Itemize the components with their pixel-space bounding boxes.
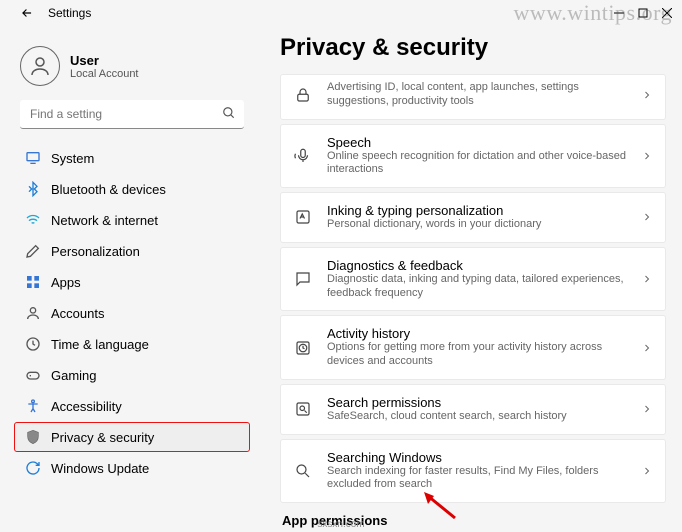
nav-list: System Bluetooth & devices Network & int… [14, 143, 250, 483]
sidebar-item-label: Windows Update [51, 461, 149, 476]
chevron-right-icon [641, 403, 653, 415]
paint-icon [25, 243, 41, 259]
chevron-right-icon [641, 150, 653, 162]
sidebar-item-privacy[interactable]: Privacy & security [14, 422, 250, 452]
card-title: Activity history [327, 326, 627, 341]
sidebar-item-label: Privacy & security [51, 430, 154, 445]
card-title: Searching Windows [327, 450, 627, 465]
gaming-icon [25, 367, 41, 383]
card-sub: Search indexing for faster results, Find… [327, 465, 627, 493]
wifi-icon [25, 212, 41, 228]
card-general[interactable]: Advertising ID, local content, app launc… [280, 74, 666, 120]
shield-icon [25, 429, 41, 445]
card-diagnostics[interactable]: Diagnostics & feedbackDiagnostic data, i… [280, 247, 666, 312]
sidebar-item-label: Gaming [51, 368, 97, 383]
chevron-right-icon [641, 342, 653, 354]
sidebar-item-personalization[interactable]: Personalization [14, 236, 250, 266]
card-title: Search permissions [327, 395, 627, 410]
chevron-right-icon [641, 211, 653, 223]
sidebar-item-label: Apps [51, 275, 81, 290]
sidebar-item-gaming[interactable]: Gaming [14, 360, 250, 390]
card-inking[interactable]: Inking & typing personalizationPersonal … [280, 192, 666, 243]
inking-icon [293, 207, 313, 227]
accounts-icon [25, 305, 41, 321]
sidebar-item-system[interactable]: System [14, 143, 250, 173]
sidebar-item-update[interactable]: Windows Update [14, 453, 250, 483]
sidebar-item-label: Network & internet [51, 213, 158, 228]
card-sub: SafeSearch, cloud content search, search… [327, 410, 627, 424]
sidebar-item-network[interactable]: Network & internet [14, 205, 250, 235]
chevron-right-icon [641, 89, 653, 101]
section-header: App permissions [280, 513, 666, 528]
sidebar-item-accessibility[interactable]: Accessibility [14, 391, 250, 421]
chevron-right-icon [641, 465, 653, 477]
sidebar-item-label: Accessibility [51, 399, 122, 414]
accessibility-icon [25, 398, 41, 414]
avatar [20, 46, 60, 86]
sidebar: User Local Account System Bluetooth & de… [0, 30, 260, 532]
page-title: Privacy & security [280, 34, 666, 62]
close-button[interactable] [662, 8, 672, 18]
card-sub: Online speech recognition for dictation … [327, 150, 627, 178]
maximize-button[interactable] [638, 8, 648, 18]
sidebar-item-label: Personalization [51, 244, 140, 259]
sidebar-item-accounts[interactable]: Accounts [14, 298, 250, 328]
search-input[interactable] [20, 100, 244, 129]
chevron-right-icon [641, 273, 653, 285]
history-icon [293, 338, 313, 358]
settings-cards: Advertising ID, local content, app launc… [280, 74, 666, 503]
user-account-type: Local Account [70, 68, 139, 80]
bluetooth-icon [25, 181, 41, 197]
main-content: Privacy & security Advertising ID, local… [260, 30, 682, 532]
sidebar-item-label: Time & language [51, 337, 149, 352]
user-name: User [70, 53, 139, 68]
sidebar-item-label: Accounts [51, 306, 104, 321]
card-sub: Diagnostic data, inking and typing data,… [327, 273, 627, 301]
minimize-button[interactable] [614, 8, 624, 18]
card-sub: Options for getting more from your activ… [327, 341, 627, 369]
card-speech[interactable]: SpeechOnline speech recognition for dict… [280, 124, 666, 189]
user-block[interactable]: User Local Account [14, 40, 250, 100]
back-button[interactable] [20, 6, 34, 20]
card-search-permissions[interactable]: Search permissionsSafeSearch, cloud cont… [280, 384, 666, 435]
card-title: Speech [327, 135, 627, 150]
speech-icon [293, 146, 313, 166]
search-permissions-icon [293, 399, 313, 419]
sidebar-item-bluetooth[interactable]: Bluetooth & devices [14, 174, 250, 204]
card-title: Inking & typing personalization [327, 203, 627, 218]
apps-icon [25, 274, 41, 290]
clock-icon [25, 336, 41, 352]
card-sub: Personal dictionary, words in your dicti… [327, 218, 627, 232]
sidebar-item-time[interactable]: Time & language [14, 329, 250, 359]
search-icon [222, 106, 236, 120]
sidebar-item-apps[interactable]: Apps [14, 267, 250, 297]
card-title: Diagnostics & feedback [327, 258, 627, 273]
update-icon [25, 460, 41, 476]
lock-icon [293, 85, 313, 105]
sidebar-item-label: System [51, 151, 94, 166]
search-windows-icon [293, 461, 313, 481]
feedback-icon [293, 269, 313, 289]
window-title: Settings [48, 6, 91, 20]
card-searching-windows[interactable]: Searching WindowsSearch indexing for fas… [280, 439, 666, 504]
card-sub: Advertising ID, local content, app launc… [327, 81, 627, 109]
card-activity[interactable]: Activity historyOptions for getting more… [280, 315, 666, 380]
system-icon [25, 150, 41, 166]
sidebar-item-label: Bluetooth & devices [51, 182, 166, 197]
